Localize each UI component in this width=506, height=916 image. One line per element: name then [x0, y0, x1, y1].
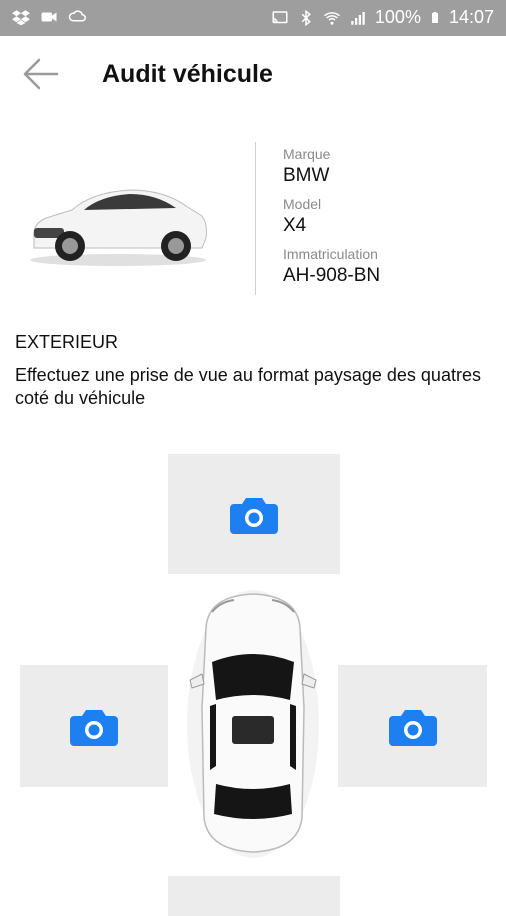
brand-value: BMW [283, 165, 330, 186]
wifi-icon [323, 11, 340, 25]
bluetooth-icon [301, 9, 311, 26]
dropbox-icon [12, 10, 30, 26]
arrow-left-icon [23, 58, 59, 90]
vertical-divider [255, 142, 256, 295]
clock: 14:07 [448, 7, 494, 27]
plate-value: AH-908-BN [283, 265, 381, 286]
camera-icon [388, 710, 437, 746]
video-icon [41, 12, 57, 22]
vehicle-info: Marque BMW Model X4 Immatriculation AH-9… [0, 130, 506, 310]
status-bar: 100% 14:07 [0, 0, 506, 36]
battery-percent: 100% [374, 7, 421, 27]
battery-icon [431, 11, 438, 23]
camera-icon [70, 710, 118, 746]
plate-label: Immatriculation [283, 246, 378, 262]
status-left-icons [12, 8, 86, 26]
back-button[interactable] [20, 54, 60, 94]
signal-icon [351, 11, 365, 25]
cloud-sync-icon [68, 10, 86, 22]
vehicle-image [30, 189, 207, 266]
photo-slot-left[interactable] [20, 665, 168, 787]
section-title: EXTERIEUR [15, 332, 119, 352]
brand-label: Marque [283, 146, 331, 162]
car-top-view-image [187, 590, 319, 858]
camera-icon [230, 498, 278, 534]
section-description: Effectuez une prise de vue au format pay… [15, 365, 481, 408]
photo-slot-front[interactable] [168, 454, 340, 574]
app-header: Audit véhicule [0, 36, 506, 116]
status-right: 100% 14:07 [271, 7, 494, 28]
cast-icon [272, 10, 288, 23]
photo-slot-right[interactable] [338, 665, 487, 787]
photo-slot-back[interactable] [168, 876, 340, 916]
page-title: Audit véhicule [102, 60, 273, 88]
vehicle-details: Marque BMW Model X4 Immatriculation AH-9… [283, 146, 380, 296]
model-value: X4 [283, 215, 307, 236]
model-label: Model [283, 196, 322, 212]
